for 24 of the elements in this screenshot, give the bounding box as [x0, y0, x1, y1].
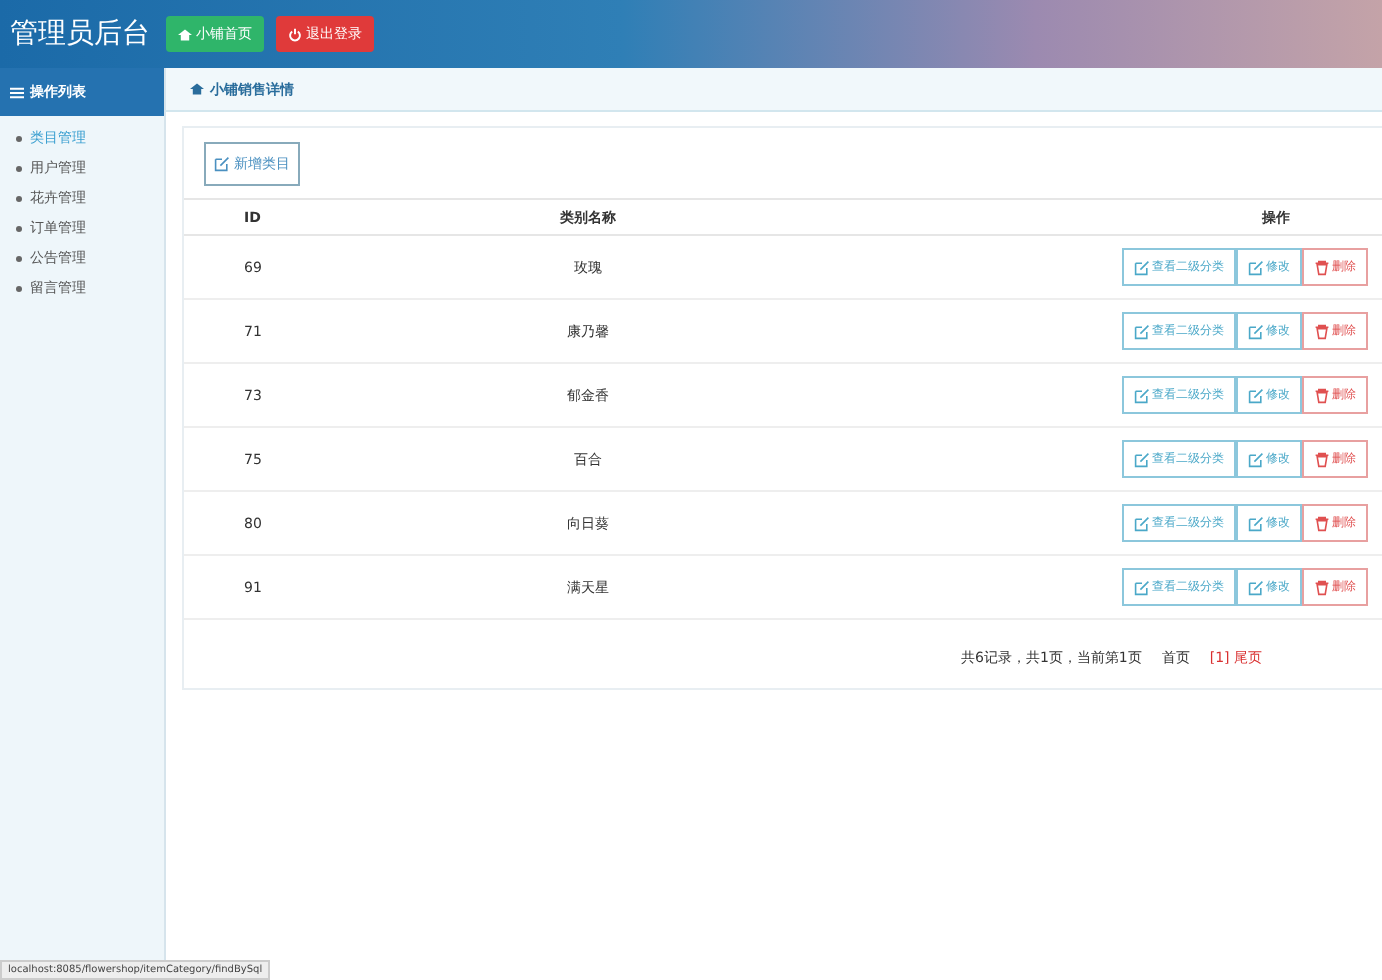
- trash-icon: [1314, 387, 1330, 403]
- app-title: 管理员后台: [10, 16, 150, 52]
- edit-icon: [1134, 579, 1150, 595]
- edit-icon: [1134, 387, 1150, 403]
- home-icon: [190, 82, 204, 96]
- edit-icon: [1248, 323, 1264, 339]
- trash-icon: [1314, 259, 1330, 275]
- edit-icon: [1248, 579, 1264, 595]
- edit-icon: [214, 156, 230, 172]
- edit-icon: [1134, 259, 1150, 275]
- edit-icon: [1248, 387, 1264, 403]
- edit-icon: [1134, 451, 1150, 467]
- edit-icon: [1248, 515, 1264, 531]
- edit-icon: [1134, 323, 1150, 339]
- trash-icon: [1314, 451, 1330, 467]
- edit-icon: [1248, 259, 1264, 275]
- edit-icon: [1248, 451, 1264, 467]
- power-icon: [288, 27, 302, 41]
- edit-icon: [1134, 515, 1150, 531]
- home-icon: [178, 27, 192, 41]
- trash-icon: [1314, 579, 1330, 595]
- trash-icon: [1314, 323, 1330, 339]
- list-icon: [10, 85, 24, 99]
- trash-icon: [1314, 515, 1330, 531]
